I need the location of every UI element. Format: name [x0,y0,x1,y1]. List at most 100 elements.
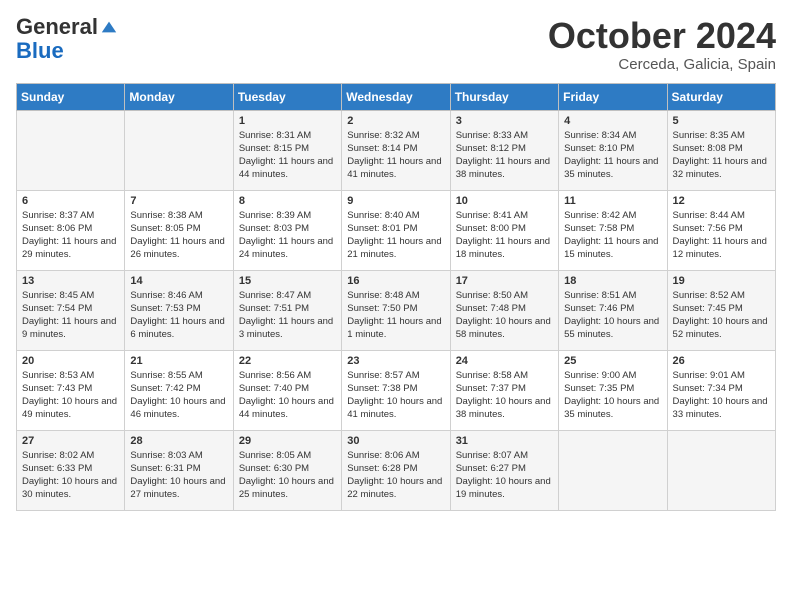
weekday-header-sunday: Sunday [17,83,125,110]
location: Cerceda, Galicia, Spain [548,56,776,73]
calendar-cell: 11Sunrise: 8:42 AM Sunset: 7:58 PM Dayli… [559,190,667,270]
calendar-cell: 20Sunrise: 8:53 AM Sunset: 7:43 PM Dayli… [17,350,125,430]
calendar-cell: 10 Sunrise: 8:41 AM Sunset: 8:00 PM Dayli… [450,190,558,270]
calendar-cell: 17Sunrise: 8:50 AM Sunset: 7:48 PM Dayli… [450,270,558,350]
day-number: 30 [347,435,444,447]
calendar-cell: 31Sunrise: 8:07 AM Sunset: 6:27 PM Dayli… [450,430,558,510]
day-number: 16 [347,275,444,287]
calendar-cell [559,430,667,510]
calendar-week-2: 6 Sunrise: 8:37 AM Sunset: 8:06 PM Daylig… [17,190,776,270]
day-info: Sunrise: 8:44 AM Sunset: 7:56 PM Dayligh… [673,209,770,262]
day-number: 21 [130,355,227,367]
day-info: Sunrise: 8:38 AM Sunset: 8:05 PM Dayligh… [130,209,227,262]
day-info: Sunrise: 8:51 AM Sunset: 7:46 PM Dayligh… [564,289,661,342]
day-info: Sunrise: 8:06 AM Sunset: 6:28 PM Dayligh… [347,449,444,502]
calendar-cell: 16 Sunrise: 8:48 AM Sunset: 7:50 PM Dayli… [342,270,450,350]
day-number: 19 [673,275,770,287]
calendar-cell: 18 Sunrise: 8:51 AM Sunset: 7:46 PM Dayli… [559,270,667,350]
calendar-week-4: 20Sunrise: 8:53 AM Sunset: 7:43 PM Dayli… [17,350,776,430]
day-info: Sunrise: 8:47 AM Sunset: 7:51 PM Dayligh… [239,289,336,342]
day-number: 24 [456,355,553,367]
day-number: 18 [564,275,661,287]
logo-general-text: General [16,16,98,38]
weekday-header-tuesday: Tuesday [233,83,341,110]
day-info: Sunrise: 8:52 AM Sunset: 7:45 PM Dayligh… [673,289,770,342]
day-number: 3 [456,115,553,127]
day-number: 20 [22,355,119,367]
day-info: Sunrise: 8:41 AM Sunset: 8:00 PM Dayligh… [456,209,553,262]
day-info: Sunrise: 8:46 AM Sunset: 7:53 PM Dayligh… [130,289,227,342]
day-info: Sunrise: 8:55 AM Sunset: 7:42 PM Dayligh… [130,369,227,422]
calendar-cell: 13 Sunrise: 8:45 AM Sunset: 7:54 PM Dayli… [17,270,125,350]
day-number: 1 [239,115,336,127]
calendar-cell: 8 Sunrise: 8:39 AM Sunset: 8:03 PM Daylig… [233,190,341,270]
day-number: 28 [130,435,227,447]
day-number: 8 [239,195,336,207]
day-info: Sunrise: 8:56 AM Sunset: 7:40 PM Dayligh… [239,369,336,422]
day-number: 10 [456,195,553,207]
day-number: 9 [347,195,444,207]
weekday-header-friday: Friday [559,83,667,110]
day-info: Sunrise: 8:32 AM Sunset: 8:14 PM Dayligh… [347,129,444,182]
day-info: Sunrise: 8:34 AM Sunset: 8:10 PM Dayligh… [564,129,661,182]
day-info: Sunrise: 8:58 AM Sunset: 7:37 PM Dayligh… [456,369,553,422]
logo-icon [100,18,118,36]
weekday-header-wednesday: Wednesday [342,83,450,110]
logo-blue-text: Blue [16,38,64,64]
calendar-cell: 12Sunrise: 8:44 AM Sunset: 7:56 PM Dayli… [667,190,775,270]
day-info: Sunrise: 8:39 AM Sunset: 8:03 PM Dayligh… [239,209,336,262]
weekday-header-row: SundayMondayTuesdayWednesdayThursdayFrid… [17,83,776,110]
calendar-cell: 1 Sunrise: 8:31 AM Sunset: 8:15 PM Daylig… [233,110,341,190]
day-number: 26 [673,355,770,367]
calendar-table: SundayMondayTuesdayWednesdayThursdayFrid… [16,83,776,511]
calendar-cell [17,110,125,190]
day-info: Sunrise: 8:02 AM Sunset: 6:33 PM Dayligh… [22,449,119,502]
calendar-cell: 2 Sunrise: 8:32 AM Sunset: 8:14 PM Daylig… [342,110,450,190]
calendar-cell: 6 Sunrise: 8:37 AM Sunset: 8:06 PM Daylig… [17,190,125,270]
calendar-cell: 7 Sunrise: 8:38 AM Sunset: 8:05 PM Daylig… [125,190,233,270]
page-header: General Blue October 2024 Cerceda, Galic… [16,16,776,73]
calendar-cell: 22 Sunrise: 8:56 AM Sunset: 7:40 PM Dayli… [233,350,341,430]
day-number: 13 [22,275,119,287]
day-info: Sunrise: 8:05 AM Sunset: 6:30 PM Dayligh… [239,449,336,502]
weekday-header-saturday: Saturday [667,83,775,110]
calendar-cell [667,430,775,510]
calendar-cell: 5 Sunrise: 8:35 AM Sunset: 8:08 PM Daylig… [667,110,775,190]
day-number: 6 [22,195,119,207]
day-info: Sunrise: 8:45 AM Sunset: 7:54 PM Dayligh… [22,289,119,342]
calendar-cell: 9 Sunrise: 8:40 AM Sunset: 8:01 PM Daylig… [342,190,450,270]
day-number: 7 [130,195,227,207]
calendar-cell: 4Sunrise: 8:34 AM Sunset: 8:10 PM Daylig… [559,110,667,190]
calendar-cell: 14 Sunrise: 8:46 AM Sunset: 7:53 PM Dayli… [125,270,233,350]
day-number: 14 [130,275,227,287]
calendar-week-1: 1 Sunrise: 8:31 AM Sunset: 8:15 PM Daylig… [17,110,776,190]
weekday-header-thursday: Thursday [450,83,558,110]
calendar-cell: 23Sunrise: 8:57 AM Sunset: 7:38 PM Dayli… [342,350,450,430]
day-number: 2 [347,115,444,127]
calendar-cell: 29 Sunrise: 8:05 AM Sunset: 6:30 PM Dayli… [233,430,341,510]
day-info: Sunrise: 8:48 AM Sunset: 7:50 PM Dayligh… [347,289,444,342]
day-number: 11 [564,195,661,207]
day-number: 22 [239,355,336,367]
day-info: Sunrise: 8:35 AM Sunset: 8:08 PM Dayligh… [673,129,770,182]
day-info: Sunrise: 9:01 AM Sunset: 7:34 PM Dayligh… [673,369,770,422]
day-info: Sunrise: 8:40 AM Sunset: 8:01 PM Dayligh… [347,209,444,262]
calendar-week-5: 27 Sunrise: 8:02 AM Sunset: 6:33 PM Dayli… [17,430,776,510]
day-number: 27 [22,435,119,447]
day-info: Sunrise: 8:31 AM Sunset: 8:15 PM Dayligh… [239,129,336,182]
calendar-cell: 30 Sunrise: 8:06 AM Sunset: 6:28 PM Dayli… [342,430,450,510]
day-number: 31 [456,435,553,447]
calendar-cell: 15 Sunrise: 8:47 AM Sunset: 7:51 PM Dayli… [233,270,341,350]
day-number: 5 [673,115,770,127]
day-info: Sunrise: 9:00 AM Sunset: 7:35 PM Dayligh… [564,369,661,422]
month-title: October 2024 [548,16,776,56]
day-number: 23 [347,355,444,367]
day-number: 29 [239,435,336,447]
weekday-header-monday: Monday [125,83,233,110]
day-number: 15 [239,275,336,287]
calendar-cell: 27 Sunrise: 8:02 AM Sunset: 6:33 PM Dayli… [17,430,125,510]
day-info: Sunrise: 8:37 AM Sunset: 8:06 PM Dayligh… [22,209,119,262]
calendar-cell: 21 Sunrise: 8:55 AM Sunset: 7:42 PM Dayli… [125,350,233,430]
day-number: 17 [456,275,553,287]
day-number: 25 [564,355,661,367]
